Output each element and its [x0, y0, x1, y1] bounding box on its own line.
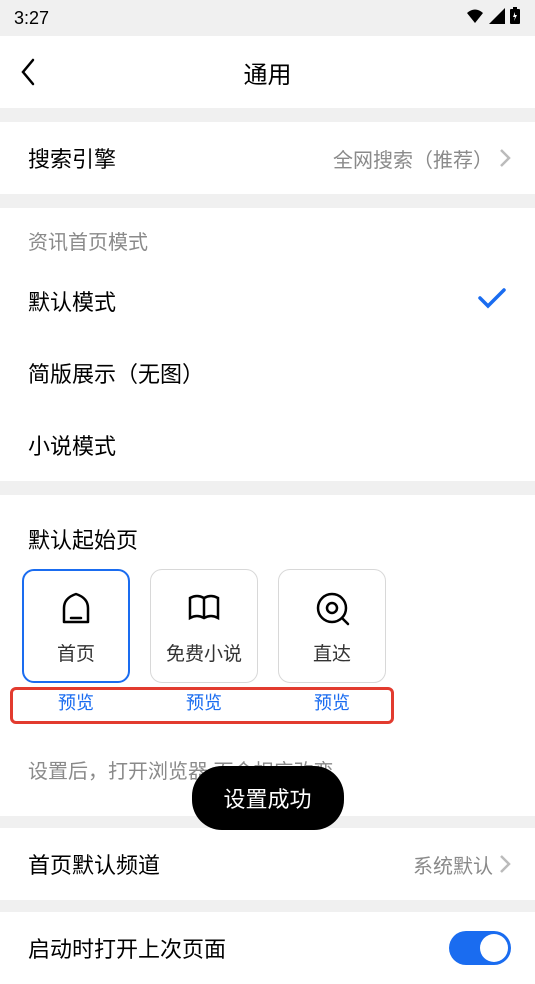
mode-option-novel[interactable]: 小说模式 [0, 409, 535, 481]
home-icon [55, 587, 97, 629]
mode-option-label: 小说模式 [28, 429, 116, 461]
book-icon [183, 587, 225, 629]
signal-icon [489, 8, 505, 29]
divider [0, 481, 535, 495]
mode-option-label: 简版展示（无图） [28, 357, 204, 389]
card-label: 首页 [57, 639, 95, 666]
preview-link-home[interactable]: 预览 [22, 689, 130, 715]
check-icon [477, 287, 507, 315]
chevron-right-icon [499, 854, 511, 874]
battery-icon [509, 7, 521, 30]
status-bar: 3:27 [0, 0, 535, 36]
search-engine-value: 全网搜索（推荐） [333, 144, 511, 173]
start-page-card-novel[interactable]: 免费小说 [150, 569, 258, 683]
status-icons [465, 7, 521, 30]
switch-knob [480, 934, 508, 962]
search-engine-row[interactable]: 搜索引擎 全网搜索（推荐） [0, 122, 535, 194]
mode-option-simple[interactable]: 简版展示（无图） [0, 337, 535, 409]
default-channel-row[interactable]: 首页默认频道 系统默认 [0, 828, 535, 900]
open-last-page-row: 启动时打开上次页面 [0, 912, 535, 984]
chevron-left-icon [19, 58, 37, 86]
page-title: 通用 [0, 55, 535, 90]
divider [0, 900, 535, 912]
wifi-icon [465, 8, 485, 29]
back-button[interactable] [0, 36, 56, 108]
search-engine-label: 搜索引擎 [28, 142, 116, 174]
start-page-title: 默认起始页 [0, 495, 535, 569]
mode-option-label: 默认模式 [28, 285, 116, 317]
card-label: 免费小说 [166, 639, 242, 666]
chevron-right-icon [499, 148, 511, 168]
mode-option-default[interactable]: 默认模式 [0, 265, 535, 337]
default-channel-label: 首页默认频道 [28, 848, 160, 880]
preview-row: 预览 预览 预览 [0, 683, 535, 731]
preview-link-direct[interactable]: 预览 [278, 689, 386, 715]
open-last-page-toggle[interactable] [449, 931, 511, 965]
toast: 设置成功 [191, 766, 343, 830]
preview-link-novel[interactable]: 预览 [150, 689, 258, 715]
start-page-card-direct[interactable]: 直达 [278, 569, 386, 683]
direct-icon [311, 587, 353, 629]
divider [0, 108, 535, 122]
divider [0, 194, 535, 208]
default-channel-value: 系统默认 [413, 850, 511, 879]
home-mode-section-title: 资讯首页模式 [0, 208, 535, 265]
start-page-card-home[interactable]: 首页 [22, 569, 130, 683]
open-last-page-label: 启动时打开上次页面 [28, 932, 226, 964]
card-label: 直达 [313, 639, 351, 666]
status-time: 3:27 [14, 8, 49, 29]
nav-header: 通用 [0, 36, 535, 108]
start-page-cards: 首页 免费小说 直达 [0, 569, 535, 683]
